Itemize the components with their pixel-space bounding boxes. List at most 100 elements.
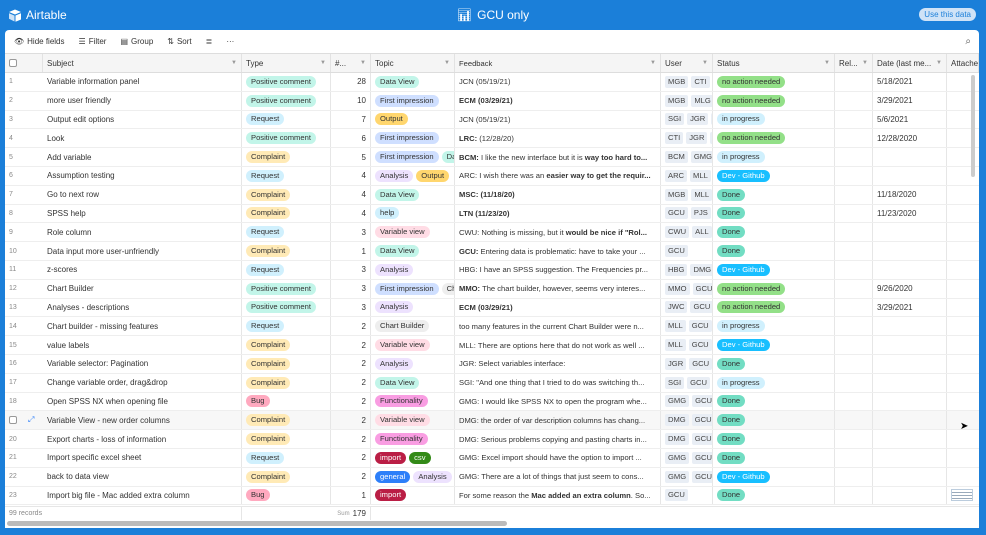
count-cell[interactable]: 3 [331,279,371,298]
related-cell[interactable] [835,185,873,204]
user-cell[interactable]: GCUPJSMLL [661,204,713,223]
feedback-cell[interactable]: JCN (05/19/21) [455,73,661,91]
user-cell[interactable]: CTIJGRMLL [661,129,713,148]
user-cell[interactable]: BCM GMG [661,148,713,166]
subject-cell[interactable]: SPSS help [43,204,242,223]
count-cell[interactable]: 4 [331,166,371,185]
topic-cell[interactable]: import [371,486,455,505]
date-cell[interactable] [873,354,947,373]
row-checkbox[interactable] [9,416,17,425]
table-row[interactable]: 6 Assumption testing Request 4 Analysis Outpu… [5,166,979,186]
type-cell[interactable]: Complaint [242,148,331,166]
related-cell[interactable] [835,204,873,223]
user-cell[interactable]: GMG GCU [661,392,713,411]
related-cell[interactable] [835,354,873,373]
type-cell[interactable]: Complaint [242,242,331,260]
select-all-checkbox[interactable] [9,59,17,67]
related-cell[interactable] [835,486,873,505]
subject-cell[interactable]: Go to next row [43,185,242,204]
topic-cell[interactable]: Functionality [371,392,455,411]
related-cell[interactable] [835,129,873,148]
attachment-cell[interactable] [947,336,979,354]
topic-cell[interactable]: Variable view [371,223,455,242]
status-cell[interactable]: Done [713,185,835,204]
table-row[interactable]: 9 Role column Request 3 Variable view CWU: No… [5,223,979,243]
type-cell[interactable]: Complaint [242,467,331,486]
type-cell[interactable]: Request [242,110,331,129]
attachment-cell[interactable] [947,374,979,392]
topic-cell[interactable]: Data View [371,73,455,91]
date-cell[interactable]: 3/29/2021 [873,91,947,110]
count-cell[interactable]: 2 [331,467,371,486]
column-header-related[interactable]: Rel... ▼ [835,54,873,72]
date-cell[interactable]: 11/23/2020 [873,204,947,223]
status-cell[interactable]: Dev - Github [713,260,835,279]
feedback-cell[interactable]: GMG: Excel import should have the option… [455,448,661,467]
related-cell[interactable] [835,73,873,91]
user-cell[interactable]: JWC GCU [661,298,713,317]
chevron-down-icon[interactable]: ▼ [650,60,656,66]
feedback-cell[interactable]: MLL: There are options here that do not … [455,336,661,354]
user-cell[interactable]: GCU [661,486,713,505]
feedback-cell[interactable]: DMG: Serious problems copying and pastin… [455,430,661,448]
feedback-cell[interactable]: ARC: I wish there was an easier way to g… [455,166,661,185]
type-cell[interactable]: Positive comment [242,91,331,110]
subject-cell[interactable]: Role column [43,223,242,242]
user-cell[interactable]: GMG GCU [661,467,713,486]
topic-cell[interactable]: import csv [371,448,455,467]
status-cell[interactable]: in progress [713,373,835,392]
type-cell[interactable]: Request [242,448,331,467]
user-cell[interactable]: CWUALLGCU [661,223,713,242]
user-cell[interactable]: HBG DMG [661,260,713,279]
type-cell[interactable]: Positive comment [242,73,331,91]
expand-record-icon[interactable]: ⤢ [28,415,34,425]
feedback-cell[interactable]: LTN (11/23/20) [455,204,661,223]
feedback-cell[interactable]: too many features in the current Chart B… [455,317,661,336]
feedback-cell[interactable]: GMG: There are a lot of things that just… [455,467,661,486]
user-cell[interactable]: SGIJGRMLL [661,110,713,129]
type-cell[interactable]: Complaint [242,185,331,204]
user-cell[interactable]: MLL GCU [661,317,713,336]
date-cell[interactable] [873,448,947,467]
type-cell[interactable]: Request [242,223,331,242]
date-cell[interactable] [873,373,947,392]
count-cell[interactable]: 5 [331,148,371,166]
related-cell[interactable] [835,392,873,411]
attachment-cell[interactable] [947,468,979,486]
status-cell[interactable]: no action needed [713,129,835,148]
subject-cell[interactable]: more user friendly [43,91,242,110]
topic-cell[interactable]: First impression [371,91,455,110]
count-cell[interactable]: 3 [331,223,371,242]
attachment-cell[interactable] [947,430,979,448]
status-cell[interactable]: Done [713,430,835,448]
topic-cell[interactable]: Data View [371,373,455,392]
feedback-cell[interactable]: MMO: The chart builder, however, seems v… [455,279,661,298]
related-cell[interactable] [835,166,873,185]
status-cell[interactable]: Done [713,223,835,242]
count-cell[interactable]: 1 [331,486,371,505]
chevron-down-icon[interactable]: ▼ [702,60,708,66]
count-cell[interactable]: 2 [331,448,371,467]
topic-cell[interactable]: First impressionData View [371,148,455,166]
attachment-cell[interactable] [947,242,979,260]
attachment-cell[interactable] [947,299,979,317]
group-button[interactable]: ▤ Group [120,37,153,46]
subject-cell[interactable]: back to data view [43,467,242,486]
feedback-cell[interactable]: JCN (05/19/21) [455,110,661,129]
table-row[interactable]: 10 Data input more user-unfriendly Complai… [5,242,979,261]
filter-button[interactable]: ☰ Filter [79,37,107,46]
table-row[interactable]: 3 Output edit options Request 7 Output JCN (0… [5,110,979,130]
type-cell[interactable]: Request [242,317,331,336]
topic-cell[interactable]: First impression [371,129,455,148]
type-cell[interactable]: Complaint [242,354,331,373]
user-cell[interactable]: MGB MLL [661,185,713,204]
chevron-down-icon[interactable]: ▼ [862,60,868,66]
count-cell[interactable]: 2 [331,373,371,392]
status-cell[interactable]: in progress [713,317,835,336]
attachment-cell[interactable] [947,487,979,505]
feedback-cell[interactable]: SGI: "And one thing that I tried to do w… [455,373,661,392]
chevron-down-icon[interactable]: ▼ [824,60,830,66]
table-row[interactable]: 17 Change variable order, drag&drop Compla… [5,373,979,393]
subject-cell[interactable]: Export charts - loss of information [43,430,242,448]
subject-cell[interactable]: z-scores [43,260,242,279]
